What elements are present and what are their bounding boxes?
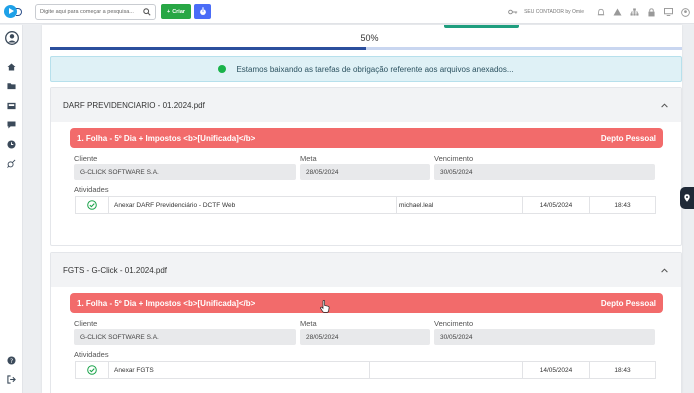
file-card: FGTS - G-Click - 01.2024.pdf 1. Folha - … bbox=[50, 252, 682, 393]
clock-icon[interactable] bbox=[5, 138, 18, 151]
meta-label: Meta bbox=[300, 154, 317, 163]
vencimento-label: Vencimento bbox=[434, 319, 474, 328]
logo-play-icon bbox=[4, 5, 17, 18]
timer-button[interactable] bbox=[194, 4, 211, 19]
atividades-label: Atividades bbox=[74, 185, 109, 194]
activity-time: 18:43 bbox=[614, 201, 631, 209]
org-chart-icon[interactable] bbox=[626, 0, 643, 24]
department-label: Depto Pessoal bbox=[600, 133, 656, 143]
chevron-up-icon[interactable] bbox=[659, 100, 669, 110]
search-box[interactable] bbox=[35, 4, 156, 20]
activity-user bbox=[370, 362, 523, 378]
vencimento-value: 30/05/2024 bbox=[434, 329, 655, 345]
search-icon[interactable] bbox=[140, 5, 154, 19]
meta-value: 28/05/2024 bbox=[300, 329, 430, 345]
bell-icon[interactable] bbox=[592, 0, 609, 24]
cliente-value: G-CLICK SOFTWARE S.A. bbox=[74, 164, 296, 180]
activity-name: Anexar DARF Previdenciário - DCTF Web bbox=[109, 197, 397, 213]
task-title: 1. Folha - 5º Dia + Impostos <b>[Unifica… bbox=[77, 298, 256, 308]
create-button[interactable]: + Criar bbox=[161, 4, 191, 19]
sidebar: ? bbox=[0, 25, 23, 393]
location-pin-icon bbox=[684, 194, 690, 202]
logout-icon[interactable] bbox=[5, 373, 18, 386]
info-alert: Estamos baixando as tarefas de obrigação… bbox=[50, 56, 682, 82]
help-icon[interactable]: ? bbox=[5, 354, 18, 367]
vencimento-value: 30/05/2024 bbox=[434, 164, 655, 180]
task-banner[interactable]: 1. Folha - 5º Dia + Impostos <b>[Unifica… bbox=[70, 128, 663, 148]
home-icon[interactable] bbox=[5, 60, 18, 73]
plus-icon: + bbox=[166, 8, 171, 15]
meta-value: 28/05/2024 bbox=[300, 164, 430, 180]
meta-field: Meta 28/05/2024 bbox=[300, 154, 430, 180]
status-dot-icon bbox=[218, 65, 227, 73]
monitor-icon[interactable] bbox=[660, 0, 677, 24]
stopwatch-icon bbox=[199, 7, 206, 16]
alert-message: Estamos baixando as tarefas de obrigação… bbox=[236, 64, 514, 74]
department-label: Depto Pessoal bbox=[600, 298, 656, 308]
progress-bar bbox=[50, 47, 682, 50]
folder-icon[interactable] bbox=[5, 79, 18, 92]
check-circle-icon bbox=[76, 197, 109, 213]
meta-field: Meta 28/05/2024 bbox=[300, 319, 430, 345]
task-banner[interactable]: 1. Folha - 5º Dia + Impostos <b>[Unifica… bbox=[70, 293, 663, 313]
top-right-area: SEU CONTADOR by Omie bbox=[504, 0, 694, 24]
side-drawer-tab[interactable] bbox=[680, 187, 694, 209]
svg-text:?: ? bbox=[10, 358, 13, 365]
atividades-label: Atividades bbox=[74, 350, 109, 359]
cliente-value: G-CLICK SOFTWARE S.A. bbox=[74, 329, 296, 345]
activity-name: Anexar FGTS bbox=[109, 362, 370, 378]
green-button-edge[interactable] bbox=[444, 25, 519, 28]
check-circle-icon bbox=[76, 362, 109, 378]
activity-user: michael.leal bbox=[397, 197, 523, 213]
chat-icon[interactable] bbox=[5, 118, 18, 131]
user-avatar-icon[interactable] bbox=[5, 31, 19, 45]
cliente-field: Cliente G-CLICK SOFTWARE S.A. bbox=[74, 154, 296, 180]
alert-icon[interactable] bbox=[609, 0, 626, 24]
vencimento-field: Vencimento 30/05/2024 bbox=[434, 154, 655, 180]
task-fields: Cliente G-CLICK SOFTWARE S.A. Meta 28/05… bbox=[74, 319, 681, 345]
cliente-label: Cliente bbox=[74, 319, 98, 328]
chevron-up-icon[interactable] bbox=[659, 265, 669, 275]
lock-icon[interactable] bbox=[643, 0, 660, 24]
vencimento-label: Vencimento bbox=[434, 154, 474, 163]
file-card-header[interactable]: DARF PREVIDENCIARIO - 01.2024.pdf bbox=[51, 88, 681, 122]
upload-progress-panel: 50% Estamos baixando as tarefas de obrig… bbox=[42, 25, 682, 393]
file-name: DARF PREVIDENCIARIO - 01.2024.pdf bbox=[63, 100, 205, 110]
file-card: DARF PREVIDENCIARIO - 01.2024.pdf 1. Fol… bbox=[50, 87, 682, 246]
activity-date: 14/05/2024 bbox=[523, 362, 590, 378]
create-button-label: Criar bbox=[172, 8, 186, 15]
activity-date: 14/05/2024 bbox=[523, 197, 590, 213]
vencimento-field: Vencimento 30/05/2024 bbox=[434, 319, 655, 345]
task-fields: Cliente G-CLICK SOFTWARE S.A. Meta 28/05… bbox=[74, 154, 681, 180]
search-input[interactable] bbox=[36, 9, 140, 15]
activity-row: Anexar DARF Previdenciário - DCTF Web mi… bbox=[75, 196, 656, 214]
plug-icon[interactable] bbox=[5, 157, 18, 170]
top-bar: + Criar SEU CONTADOR by Omie bbox=[0, 0, 694, 24]
progress-bar-fill bbox=[50, 47, 366, 50]
file-card-header[interactable]: FGTS - G-Click - 01.2024.pdf bbox=[51, 253, 681, 287]
contador-label[interactable]: SEU CONTADOR by Omie bbox=[524, 9, 584, 15]
user-menu-icon[interactable] bbox=[677, 0, 694, 24]
progress-percent: 50% bbox=[360, 33, 379, 43]
file-name: FGTS - G-Click - 01.2024.pdf bbox=[63, 265, 168, 275]
app-logo[interactable] bbox=[2, 0, 24, 24]
task-title: 1. Folha - 5º Dia + Impostos <b>[Unifica… bbox=[77, 133, 256, 143]
inbox-icon[interactable] bbox=[5, 99, 18, 112]
cliente-field: Cliente G-CLICK SOFTWARE S.A. bbox=[74, 319, 296, 345]
hand-cursor-icon bbox=[320, 300, 330, 313]
meta-label: Meta bbox=[300, 319, 317, 328]
key-icon[interactable] bbox=[504, 0, 521, 24]
activity-row: Anexar FGTS 14/05/2024 18:43 bbox=[75, 361, 656, 379]
cliente-label: Cliente bbox=[74, 154, 98, 163]
activity-time: 18:43 bbox=[614, 366, 631, 374]
